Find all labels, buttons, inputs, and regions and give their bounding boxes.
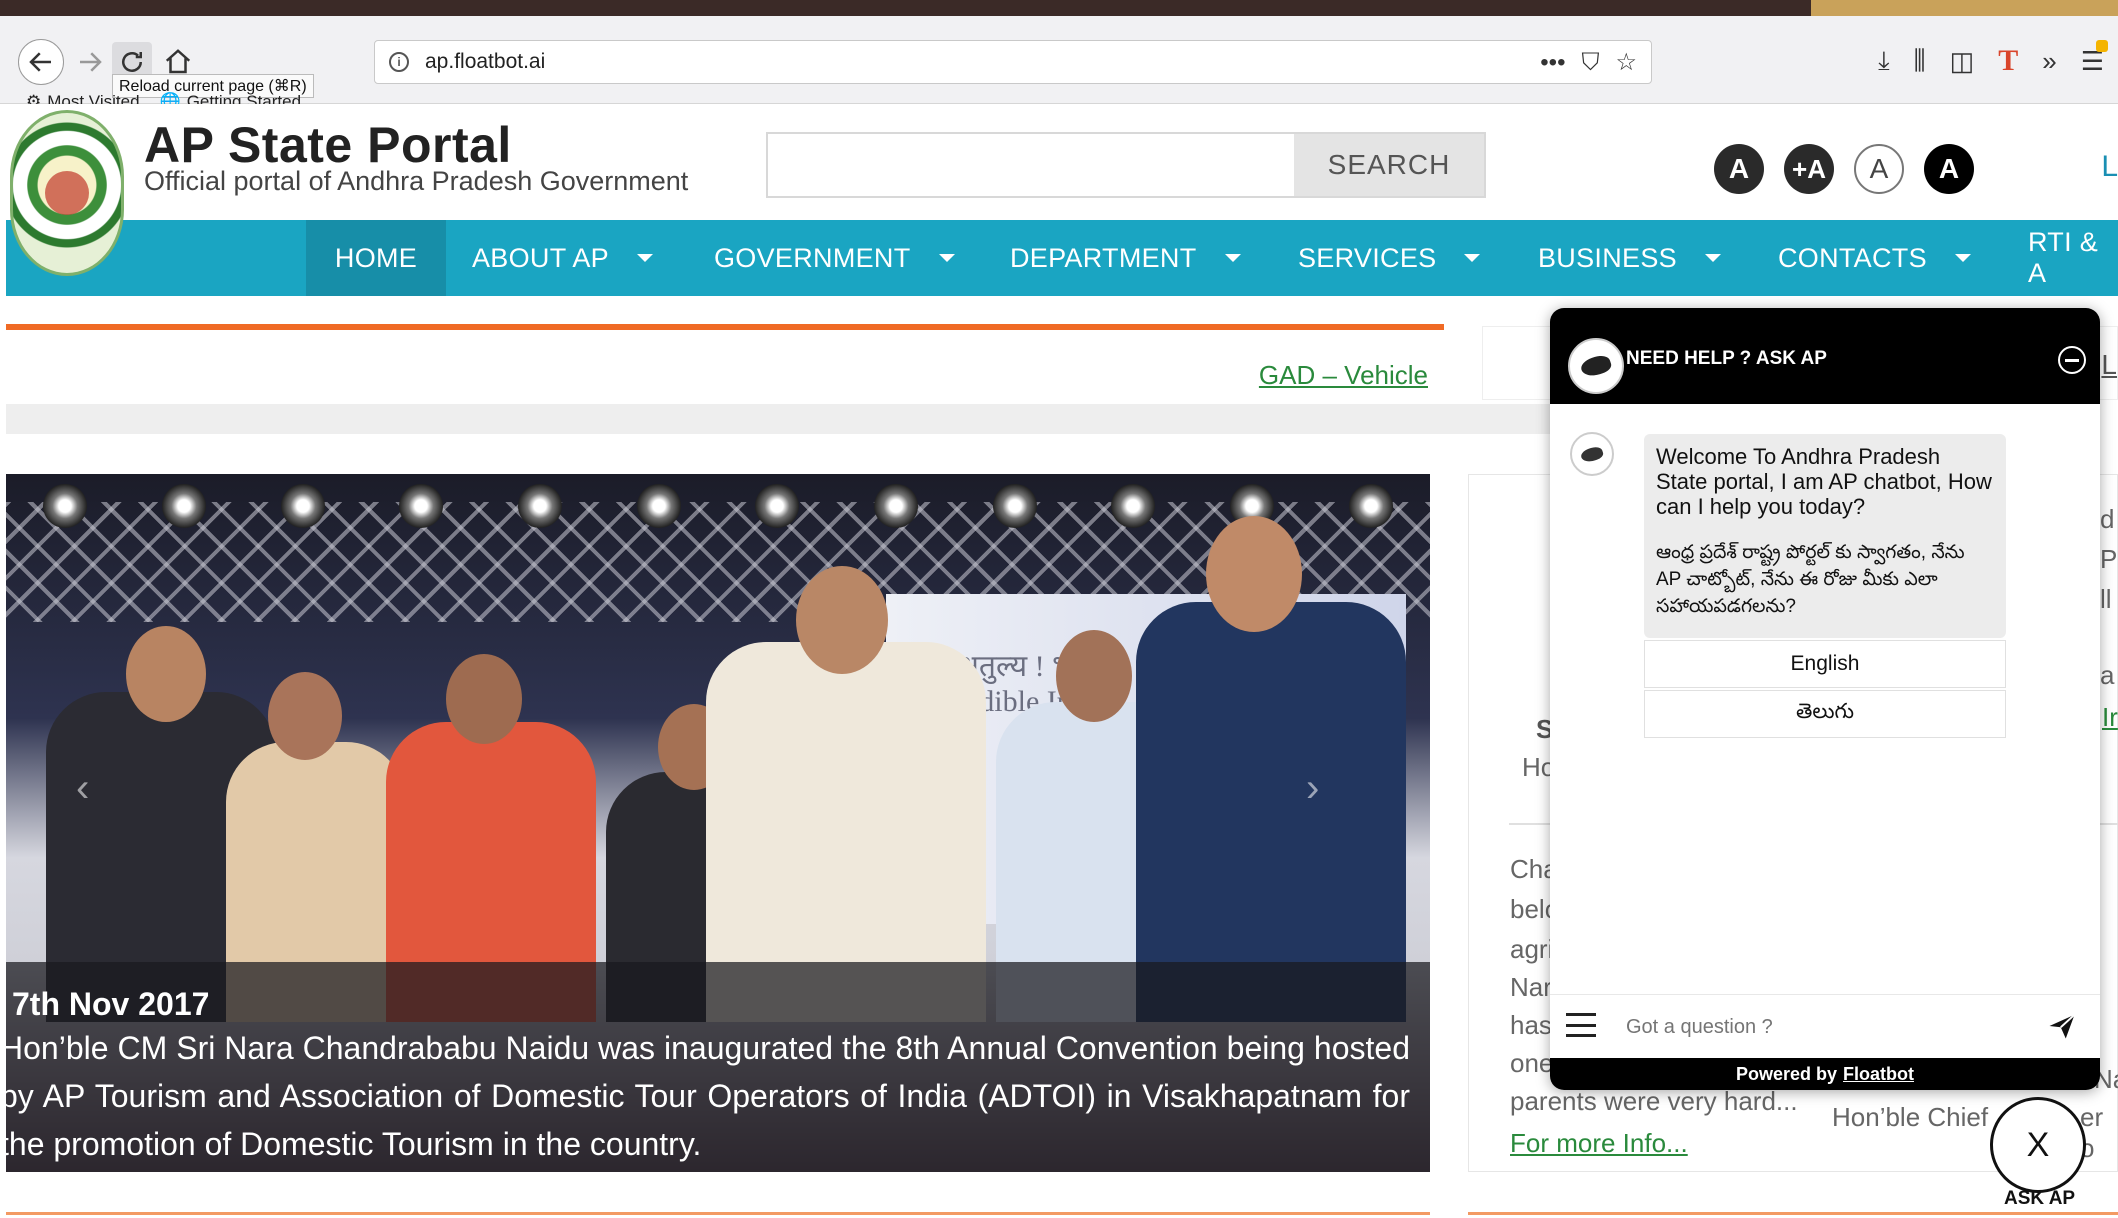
caret-down-icon [636,254,653,262]
main-nav: HOME ABOUT AP GOVERNMENT DEPARTMENT SERV… [6,220,2118,296]
option-telugu-button[interactable]: తెలుగు [1644,690,2006,738]
chat-input[interactable] [1626,1009,2006,1045]
card-fragment: er o [2080,1102,2104,1163]
option-english-button[interactable]: English [1644,640,2006,688]
card-fragment: agri [1510,934,1554,964]
nav-home[interactable]: HOME [306,220,446,296]
caret-down-icon [1464,254,1481,262]
ask-ap-label: ASK AP [2004,1188,2076,1209]
page-actions-icon[interactable]: ••• [1540,49,1565,77]
minimize-icon[interactable] [2058,346,2086,374]
nav-contacts[interactable]: CONTACTS [1778,220,1971,296]
login-link[interactable]: L [2101,150,2118,184]
chatbot-window: NEED HELP ? ASK AP Welcome To Andhra Pra… [1550,308,2100,1090]
caret-down-icon [1224,254,1241,262]
card-fragment: ll [2100,584,2112,614]
normal-contrast-button[interactable]: A [1854,144,1904,194]
ap-emblem-logo[interactable] [10,110,124,276]
chat-header: NEED HELP ? ASK AP [1550,308,2100,404]
back-button[interactable] [18,39,64,85]
active-tab-accent [1811,0,2118,16]
forward-button[interactable] [70,42,110,82]
font-size-controls: A +A A A [1714,144,1974,194]
slide-caption: 7th Nov 2017 Hon’ble CM Sri Nara Chandra… [6,962,1430,1172]
bottom-divider-right [1468,1212,2118,1215]
nav-rti[interactable]: RTI & A [2028,220,2118,296]
chat-input-bar [1550,994,2100,1058]
caret-down-icon [938,254,955,262]
home-icon [165,49,191,74]
address-bar[interactable]: i ap.floatbot.ai ••• ⛉ ☆ [374,40,1652,84]
photo-slider[interactable]: अतुल्य ! भार redible In ‹ › 7th Nov 2017… [6,474,1430,1172]
emblem-center [45,171,89,215]
nav-services[interactable]: SERVICES [1298,220,1481,296]
caret-down-icon [1704,254,1721,262]
pocket-icon[interactable]: ⛉ [1581,49,1599,77]
arrow-left-icon [29,52,51,72]
floatbot-link[interactable]: Floatbot [1843,1064,1914,1085]
reload-icon [122,52,142,72]
message-avatar [1570,432,1614,476]
bird-icon [1578,352,1614,380]
download-icon[interactable]: ⤓ [1878,45,1890,77]
font-decrease-button[interactable]: A [1714,144,1764,194]
card-link-fragment[interactable]: Ir [2102,702,2118,733]
welcome-telugu: ఆంధ్ర ప్రదేశ్ రాష్ట్ర పోర్టల్ కు స్వాగతం… [1656,542,1965,617]
card-fragment: has [1510,1010,1552,1040]
star-icon[interactable]: ☆ [1615,48,1637,77]
slider-prev-icon[interactable]: ‹ [76,766,89,811]
card-fragment: Hon’ble Chief [1832,1102,1989,1132]
news-ticker: GAD – Vehicle [6,324,1444,404]
slide-caption-text: Hon’ble CM Sri Nara Chandrababu Naidu wa… [6,1030,1410,1162]
card-fragment: Nar [1510,972,1552,1002]
send-icon[interactable] [2046,1011,2078,1041]
divider-strip [6,404,1586,434]
tab-strip [0,0,2118,16]
side-panel-link[interactable]: L [2101,349,2117,381]
nav-about-ap[interactable]: ABOUT AP [472,220,653,296]
card-fragment: one [1510,1048,1554,1078]
url-actions: ••• ⛉ ☆ [1540,48,1637,77]
nav-government[interactable]: GOVERNMENT [714,220,955,296]
info-icon[interactable]: i [389,52,409,72]
url-text[interactable]: ap.floatbot.ai [425,50,545,74]
nav-department[interactable]: DEPARTMENT [1010,220,1241,296]
caret-down-icon [1954,254,1971,262]
search-input[interactable] [768,134,1294,196]
search-button[interactable]: SEARCH [1294,134,1484,196]
slide-date: 7th Nov 2017 [12,986,210,1022]
slider-next-icon[interactable]: › [1306,766,1319,811]
powered-by: Powered by Floatbot [1550,1058,2100,1090]
card-fragment: a [2100,660,2115,690]
stage-lights [6,474,1430,528]
card-fragment: parents were very hard... [1510,1086,1798,1116]
browser-toolbar: Reload current page (⌘R) ⚙ Most Visited 🌐… [0,16,2118,111]
extension-t-icon[interactable]: T [1998,44,2018,78]
ticker-link[interactable]: GAD – Vehicle [1259,360,1428,391]
page: Reload current page (⌘R) ⚙ Most Visited 🌐… [0,0,2118,1218]
sidebar-icon[interactable]: ◫ [1950,46,1975,77]
chat-menu-icon[interactable] [1566,1013,1596,1037]
chat-title: NEED HELP ? ASK AP [1626,348,1827,369]
font-increase-button[interactable]: +A [1784,144,1834,194]
hamburger-menu-icon[interactable]: ☰ [2081,39,2109,77]
nav-business[interactable]: BUSINESS [1538,220,1721,296]
bird-icon [1579,444,1605,464]
card-fragment: d [2100,504,2115,534]
welcome-english: Welcome To Andhra Pradesh State portal, … [1656,444,1992,519]
more-info-link[interactable]: For more Info... [1510,1128,1688,1159]
close-chat-button[interactable]: X [1990,1097,2086,1193]
arrow-right-icon [80,52,102,72]
toolbar-right: ⤓ ⫼ ◫ T » ☰ [1878,39,2109,78]
bot-avatar [1568,338,1624,394]
welcome-message: Welcome To Andhra Pradesh State portal, … [1644,434,2006,638]
library-icon[interactable]: ⫼ [1914,45,1926,77]
site-header: AP State Portal Official portal of Andhr… [6,104,2118,276]
bottom-divider [6,1212,1430,1215]
high-contrast-button[interactable]: A [1924,144,1974,194]
card-fragment: P [2100,544,2118,574]
portal-subtitle: Official portal of Andhra Pradesh Govern… [144,166,689,196]
site-search: SEARCH [766,132,1486,198]
overflow-icon[interactable]: » [2042,46,2056,77]
